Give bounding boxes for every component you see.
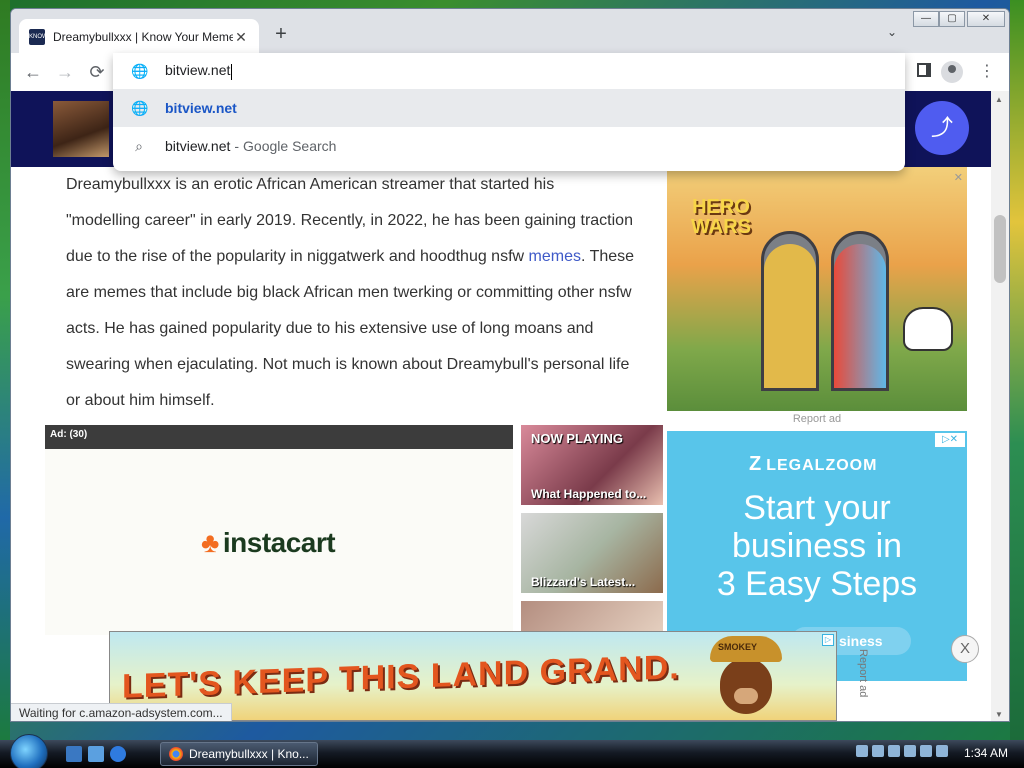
article-text-cont: . These are memes that include big black… (66, 248, 635, 409)
address-bar[interactable]: 🌐 bitview.net (113, 53, 905, 89)
globe-icon: 🌐 (131, 63, 149, 79)
omnibox-dropdown: 🌐 bitview.net 🌐 bitview.net ⌕ bitview.ne… (113, 53, 905, 171)
avatar (53, 101, 109, 157)
ad-close-icon[interactable]: ✕ (954, 171, 963, 184)
menu-kebab-icon[interactable]: ⋮ (979, 61, 995, 81)
ad-countdown-label: Ad: (30) (50, 429, 88, 440)
profile-avatar-icon[interactable] (941, 61, 963, 83)
instacart-wordmark: instacart (222, 527, 336, 558)
headline-line-1: Start your (743, 489, 891, 527)
suggestion-separator: - (234, 138, 240, 154)
search-icon: ⌕ (135, 138, 143, 154)
taskbar-chrome-button[interactable]: Dreamybullxxx | Kno... (160, 742, 318, 766)
start-button[interactable] (10, 734, 48, 768)
show-desktop-icon[interactable] (66, 746, 82, 762)
volume-muted-icon[interactable] (936, 745, 948, 757)
windows-taskbar: Dreamybullxxx | Kno... 1:34 AM (0, 734, 1024, 768)
scroll-down-icon[interactable]: ▼ (995, 710, 1003, 719)
browser-window: KNOW YOUR MEME Dreamybullxxx | Know Your… (10, 8, 1010, 722)
tower-right (831, 231, 889, 391)
article-line-partial: Dreamybullxxx is an erotic African Ameri… (66, 176, 555, 193)
share-icon: ⤴ (930, 115, 953, 140)
smokey-bear-image: SMOKEY (706, 636, 786, 720)
tray-icon[interactable] (856, 745, 868, 757)
tab-dreamybull[interactable]: KNOW YOUR MEME Dreamybullxxx | Know Your… (19, 19, 259, 72)
video-thumb[interactable] (521, 601, 663, 635)
smokey-headline: LET'S KEEP THIS LAND GRAND. (122, 648, 680, 706)
now-playing-label: NOW PLAYING (531, 431, 623, 446)
memes-link[interactable]: memes (529, 248, 581, 265)
legalzoom-wordmark: LEGALZOOM (766, 457, 878, 474)
new-tab-button[interactable]: + (269, 23, 293, 47)
desktop-background-right (1010, 0, 1024, 740)
desktop-background (0, 0, 10, 740)
scroll-thumb[interactable] (994, 215, 1006, 283)
close-window-button[interactable]: ✕ (967, 11, 1005, 27)
suggestion-search[interactable]: ⌕ bitview.net - Google Search (113, 127, 905, 165)
tab-title: Dreamybullxxx | Know Your Meme (53, 30, 233, 44)
page-scrollbar[interactable]: ▲ ▼ (991, 91, 1009, 721)
hat-label: SMOKEY (718, 642, 758, 652)
clock[interactable]: 1:34 AM (964, 746, 1008, 760)
tray-icon[interactable] (888, 745, 900, 757)
chrome-icon (169, 747, 183, 761)
forward-button[interactable]: → (53, 61, 77, 85)
video-thumb[interactable]: NOW PLAYING What Happened to... (521, 425, 663, 505)
maximize-button[interactable]: ▢ (939, 11, 965, 27)
address-input[interactable]: bitview.net (165, 62, 233, 80)
taskbar-button-label: Dreamybullxxx | Kno... (189, 747, 309, 761)
suggestion-label: bitview.net (165, 100, 237, 116)
window-switcher-icon[interactable] (88, 746, 104, 762)
suggestion-label: bitview.net (165, 138, 231, 154)
tower-left (761, 231, 819, 391)
article-body: Dreamybullxxx is an erotic African Ameri… (66, 167, 646, 419)
legalzoom-headline: Start your business in 3 Easy Steps (667, 489, 967, 603)
tray-icon[interactable] (904, 745, 916, 757)
text-caret (231, 63, 233, 80)
video-thumb[interactable]: Blizzard's Latest... (521, 513, 663, 593)
legalzoom-z-icon: Z (749, 453, 763, 475)
pointer-hand-icon (903, 307, 953, 351)
kym-favicon-icon: KNOW YOUR MEME (29, 29, 48, 72)
tab-close-icon[interactable]: ✕ (233, 29, 249, 46)
instacart-logo: ♣ instacart (201, 527, 336, 559)
minimize-button[interactable]: — (913, 11, 939, 27)
suggestion-url[interactable]: 🌐 bitview.net (113, 89, 905, 127)
close-ad-button[interactable]: X (951, 635, 979, 663)
headline-line-2: business in (731, 527, 903, 565)
back-button[interactable]: ← (21, 61, 45, 85)
adchoices-icon[interactable]: ▷✕ (935, 433, 965, 447)
thumb-caption: What Happened to... (531, 487, 647, 501)
page-content: ⤴ Dreamybullxxx is an erotic African Ame… (11, 91, 991, 721)
system-tray (856, 744, 952, 764)
legalzoom-logo: Z LEGALZOOM (749, 453, 877, 476)
tab-bar: KNOW YOUR MEME Dreamybullxxx | Know Your… (11, 9, 1009, 72)
internet-explorer-icon[interactable] (110, 746, 126, 762)
hero-wars-ad[interactable]: HERO WARS ✕ (667, 167, 967, 411)
report-ad-link[interactable]: Report ad (857, 649, 869, 697)
status-bar: Waiting for c.amazon-adsystem.com... (11, 703, 232, 721)
network-icon[interactable] (920, 745, 932, 757)
thumb-caption: Blizzard's Latest... (531, 575, 636, 589)
tab-search-chevron-icon[interactable]: ⌄ (887, 25, 897, 39)
scroll-up-icon[interactable]: ▲ (995, 95, 1003, 104)
hero-wars-logo: HERO WARS (691, 196, 751, 238)
report-ad-link[interactable]: Report ad (667, 413, 967, 425)
globe-icon: 🌐 (131, 100, 149, 116)
headline-line-3: 3 Easy Steps (716, 565, 918, 603)
reload-button[interactable]: ⟳ (85, 61, 109, 85)
tray-icon[interactable] (872, 745, 884, 757)
suggestion-sublabel: Google Search (243, 138, 337, 154)
adchoices-icon[interactable]: ▷ (822, 634, 834, 646)
side-panel-icon[interactable] (917, 63, 931, 77)
share-button[interactable]: ⤴ (915, 101, 969, 155)
carrot-icon: ♣ (201, 527, 219, 558)
